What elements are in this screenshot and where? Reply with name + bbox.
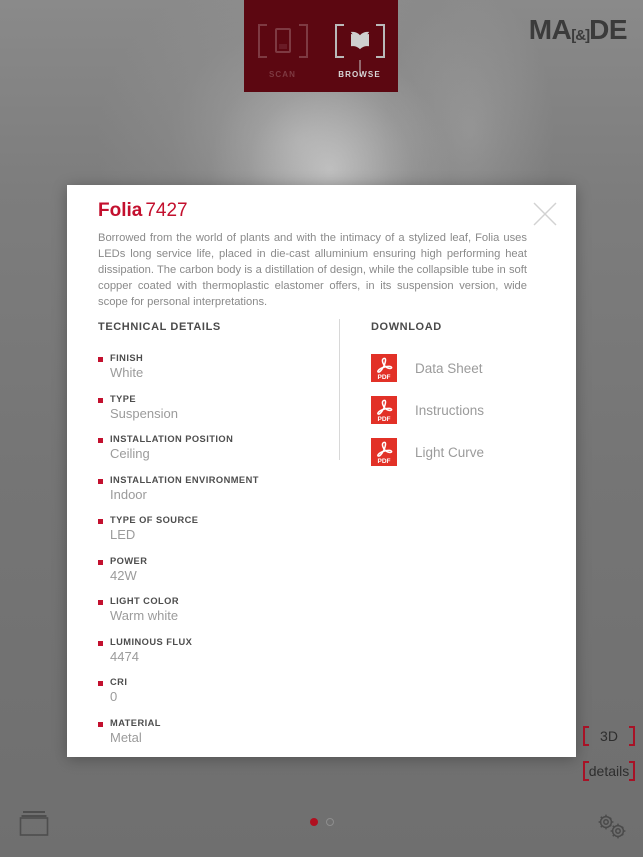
spec-item: INSTALLATION POSITION Ceiling [98,434,318,462]
svg-text:PDF: PDF [378,458,391,465]
bullet-icon [98,438,103,443]
top-bar: SCAN BROWSE MA[&]DE [0,0,643,92]
spec-label: CRI [110,677,128,687]
spec-label: POWER [110,555,148,566]
scan-bracket-frame [252,18,314,64]
logo-part-2: DE [589,14,627,45]
technical-details-list: FINISH White TYPE Suspension INSTALLATION PO… [98,353,318,746]
spec-label: INSTALLATION POSITION [110,434,234,444]
phone-icon [274,28,291,53]
download-item[interactable]: PDF Light Curve [371,433,551,471]
download-label: Instructions [415,402,485,418]
spec-item: TYPE Suspension [98,394,318,422]
spec-value: 42W [110,567,137,583]
spec-item: CRI 0 [98,677,318,705]
view-details-label: details [588,762,630,779]
tab-browse[interactable]: BROWSE [321,0,398,92]
bullet-icon [98,519,103,524]
nav-panel: SCAN BROWSE [244,0,398,92]
download-item[interactable]: PDF Instructions [371,391,551,429]
pagination-dot[interactable] [309,818,318,826]
bullet-icon [98,640,103,646]
page-title: Folia 7427 [98,200,188,222]
spec-label: FINISH [110,353,144,363]
spec-item: LUMINOUS FLUX 4474 [98,637,318,665]
spec-item: TYPE OF SOURCE LED [98,515,318,543]
product-code: 7427 [145,200,188,221]
bracket-right-icon [629,726,635,746]
spec-value: Ceiling [110,446,150,461]
logo-ampersand: [&] [571,27,590,44]
spec-item: LIGHT COLOR Warm white [98,596,318,624]
book-icon [350,31,369,49]
section-divider [339,319,340,460]
download-item[interactable]: PDF Data Sheet [371,349,551,387]
tab-scan-label: SCAN [268,69,297,79]
spec-item: MATERIAL Metal [98,718,318,746]
bracket-left-icon [334,23,344,58]
settings-gears-icon[interactable] [593,810,631,842]
product-description: Borrowed from the world of plants and wi… [98,232,527,308]
download-section: DOWNLOAD PDF Data Sheet PDF Instructions PDF… [371,321,551,475]
spec-value: Metal [110,729,142,745]
technical-details-section: TECHNICAL DETAILS FINISH White TYPE Suspens… [98,321,318,758]
logo-part-1: MA [528,14,572,45]
view-details-button[interactable]: details [575,753,643,788]
spec-label: INSTALLATION ENVIRONMENT [110,474,259,485]
spec-item: FINISH White [98,353,318,381]
svg-text:PDF: PDF [378,374,391,381]
spec-item: POWER 42W [98,556,318,584]
spec-value: White [110,365,144,380]
bracket-right-icon [629,761,635,781]
close-icon[interactable] [532,201,558,227]
spec-item: INSTALLATION ENVIRONMENT Indoor [98,475,318,503]
bracket-left-icon [583,761,589,781]
download-heading: DOWNLOAD [371,321,442,333]
spec-label: TYPE [110,393,137,404]
spec-value: Indoor [110,486,147,502]
pdf-icon: PDF [371,354,397,382]
brand-logo: MA [&] DE [528,14,628,46]
bullet-icon [98,397,103,403]
download-label: Data Sheet [415,360,483,376]
bullet-icon [98,721,103,727]
pdf-icon: PDF [371,438,397,466]
spec-value: LED [110,527,136,542]
view-3d-label: 3D [600,727,618,744]
active-tab-indicator [359,60,360,76]
bracket-right-icon [375,23,385,58]
bullet-icon [98,478,103,484]
side-controls: 3D details [575,718,643,788]
bullet-icon [98,357,103,362]
spec-value: Warm white [110,608,179,623]
spec-label: TYPE OF SOURCE [110,515,199,525]
bracket-right-icon [298,23,308,58]
view-3d-button[interactable]: 3D [575,718,643,753]
tab-scan[interactable]: SCAN [244,0,321,92]
product-detail-modal: Folia 7427 Borrowed from the world of pla… [67,185,576,757]
spec-value: 0 [110,689,118,704]
bullet-icon [98,559,103,565]
spec-label: LIGHT COLOR [110,596,179,606]
technical-details-heading: TECHNICAL DETAILS [98,321,221,333]
bracket-left-icon [257,23,267,58]
spec-label: MATERIAL [110,717,161,728]
pagination-dot[interactable] [325,818,334,826]
bullet-icon [98,600,103,605]
bracket-left-icon [583,726,589,746]
spec-value: 4474 [110,648,139,664]
spec-label: LUMINOUS FLUX [110,636,193,647]
bullet-icon [98,681,103,686]
svg-text:PDF: PDF [378,416,391,423]
spec-value: Suspension [110,405,178,421]
download-label: Light Curve [415,444,485,460]
download-list: PDF Data Sheet PDF Instructions PDF Light Cur… [371,349,551,471]
browse-bracket-frame [329,18,391,64]
pagination-dots [0,818,643,826]
product-name: Folia [98,200,143,221]
pdf-icon: PDF [371,396,397,424]
